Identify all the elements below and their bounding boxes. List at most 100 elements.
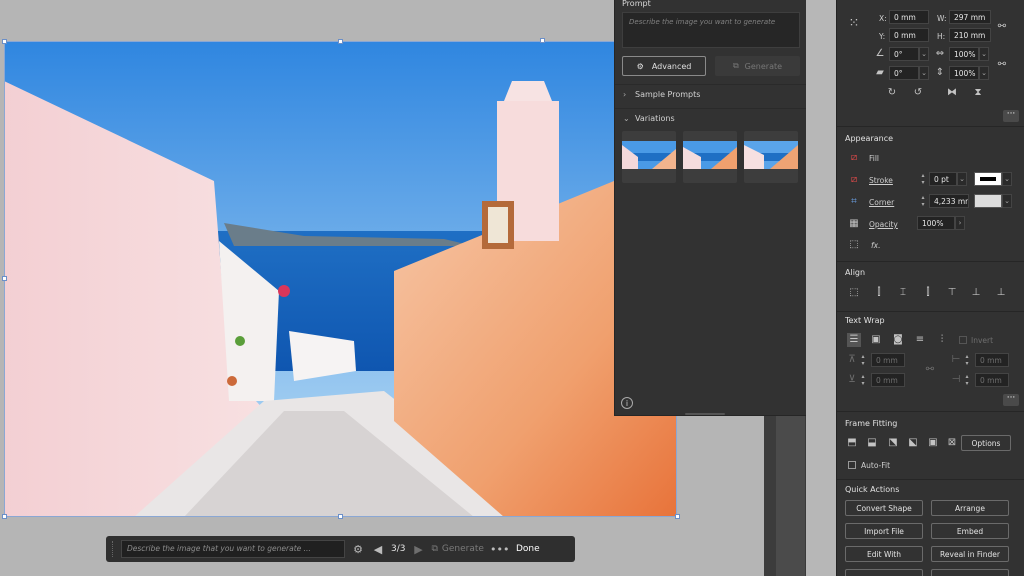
- shear-dropdown[interactable]: ⌄: [919, 66, 929, 80]
- transform-more-button[interactable]: ···: [1003, 110, 1019, 122]
- scale-x-field[interactable]: 100%: [949, 47, 979, 61]
- arrange-button[interactable]: Arrange: [931, 500, 1009, 516]
- effects-button[interactable]: fx.: [871, 241, 880, 250]
- advanced-button[interactable]: ⚙ Advanced: [622, 56, 706, 76]
- center-content-icon[interactable]: ▣: [926, 436, 940, 450]
- corner-icon[interactable]: ⌗: [847, 195, 861, 209]
- scale-y-field[interactable]: 100%: [949, 66, 979, 80]
- rotate-field[interactable]: 0°: [889, 47, 919, 61]
- content-aware-fit-icon[interactable]: ⊠: [945, 436, 959, 450]
- opacity-field[interactable]: 100%: [917, 216, 955, 230]
- reveal-in-finder-button[interactable]: Reveal in Finder: [931, 546, 1009, 562]
- resize-handle-bottom-left[interactable]: [2, 514, 7, 519]
- stroke-none-icon[interactable]: ⧄: [847, 173, 861, 187]
- top-offset-stepper[interactable]: ▴ ▾: [859, 353, 867, 367]
- offset-link-icon[interactable]: ⚯: [923, 363, 937, 377]
- drag-grip-icon[interactable]: [112, 541, 115, 557]
- sample-prompts-toggle[interactable]: › Sample Prompts: [615, 84, 806, 104]
- bottom-offset-stepper[interactable]: ▴ ▾: [859, 373, 867, 387]
- variations-toggle[interactable]: ⌄ Variations: [615, 108, 806, 128]
- flip-vertical-icon[interactable]: ⧗: [971, 86, 985, 100]
- left-offset-stepper[interactable]: ▴ ▾: [963, 353, 971, 367]
- align-center-icon[interactable]: ⌶: [896, 286, 910, 300]
- reference-point-icon[interactable]: ⁙: [847, 17, 861, 31]
- edit-with-button[interactable]: Edit With: [845, 546, 923, 562]
- shear-field[interactable]: 0°: [889, 66, 919, 80]
- right-offset-stepper[interactable]: ▴ ▾: [963, 373, 971, 387]
- convert-shape-button[interactable]: Convert Shape: [845, 500, 923, 516]
- resize-handle-top-left[interactable]: [2, 39, 7, 44]
- resize-handle-top-right[interactable]: [540, 38, 545, 43]
- placed-image[interactable]: [4, 41, 677, 517]
- stroke-stepper[interactable]: ▴ ▾: [919, 172, 927, 186]
- corner-stepper[interactable]: ▴ ▾: [919, 194, 927, 208]
- corner-radius-field[interactable]: 4,233 mr: [929, 194, 969, 208]
- quick-action-partial-button[interactable]: [845, 569, 923, 576]
- frame-fitting-options-button[interactable]: Options: [961, 435, 1011, 451]
- stroke-weight-field[interactable]: 0 pt: [929, 172, 957, 186]
- align-middle-icon[interactable]: ⊥: [969, 286, 983, 300]
- align-bottom-icon[interactable]: ⊥: [994, 286, 1008, 300]
- triangle-right-icon[interactable]: ▶: [411, 543, 425, 556]
- y-field[interactable]: 0 mm: [889, 28, 929, 42]
- right-offset-field[interactable]: 0 mm: [975, 373, 1009, 387]
- panel-resize-handle[interactable]: [685, 413, 725, 415]
- left-offset-field[interactable]: 0 mm: [975, 353, 1009, 367]
- import-file-button[interactable]: Import File: [845, 523, 923, 539]
- resize-handle-top[interactable]: [338, 39, 343, 44]
- variation-thumbnail[interactable]: [683, 131, 737, 183]
- w-field[interactable]: 297 mm: [949, 10, 991, 24]
- variation-thumbnail[interactable]: [622, 131, 676, 183]
- taskbar-generate-button[interactable]: ⧉ Generate: [431, 544, 483, 554]
- rotate-dropdown[interactable]: ⌄: [919, 47, 929, 61]
- no-wrap-icon[interactable]: ☰: [847, 333, 861, 347]
- link-icon[interactable]: ⚯: [995, 20, 1009, 34]
- invert-checkbox[interactable]: [959, 336, 967, 344]
- h-field[interactable]: 210 mm: [949, 28, 991, 42]
- ellipsis-icon[interactable]: •••: [490, 543, 509, 556]
- opacity-dropdown[interactable]: ›: [955, 216, 965, 230]
- jump-next-column-icon[interactable]: ⫶: [935, 333, 949, 347]
- text-wrap-more-button[interactable]: ···: [1003, 394, 1019, 406]
- rotate-cw-icon[interactable]: ↻: [885, 86, 899, 100]
- stroke-style-dropdown[interactable]: ⌄: [1002, 172, 1012, 186]
- info-icon[interactable]: i: [621, 397, 633, 409]
- gear-icon[interactable]: ⚙: [351, 543, 365, 556]
- stroke-weight-dropdown[interactable]: ⌄: [957, 172, 967, 186]
- triangle-left-icon[interactable]: ◀: [371, 543, 385, 556]
- corner-shape-dropdown[interactable]: ⌄: [1002, 194, 1012, 208]
- align-left-icon[interactable]: ⫿: [872, 286, 886, 300]
- top-offset-field[interactable]: 0 mm: [871, 353, 905, 367]
- resize-handle-bottom[interactable]: [338, 514, 343, 519]
- bottom-offset-field[interactable]: 0 mm: [871, 373, 905, 387]
- rotate-ccw-icon[interactable]: ↺: [911, 86, 925, 100]
- stroke-label[interactable]: Stroke: [869, 176, 893, 185]
- fit-content-to-frame-icon[interactable]: ⬕: [906, 436, 920, 450]
- opacity-label[interactable]: Opacity: [869, 220, 898, 229]
- x-field[interactable]: 0 mm: [889, 10, 929, 24]
- corner-shape-swatch[interactable]: [974, 194, 1002, 208]
- stroke-style-swatch[interactable]: [974, 172, 1002, 186]
- fill-none-icon[interactable]: ⧄: [847, 151, 861, 165]
- scale-y-dropdown[interactable]: ⌄: [979, 66, 989, 80]
- scale-x-dropdown[interactable]: ⌄: [979, 47, 989, 61]
- embed-button[interactable]: Embed: [931, 523, 1009, 539]
- fill-label[interactable]: Fill: [869, 154, 879, 163]
- quick-action-partial-button[interactable]: [931, 569, 1009, 576]
- auto-fit-checkbox[interactable]: [848, 461, 856, 469]
- align-top-icon[interactable]: ⊤: [945, 286, 959, 300]
- align-to-selection-icon[interactable]: ⬚: [847, 286, 861, 300]
- jump-object-icon[interactable]: ≡: [913, 333, 927, 347]
- corner-label[interactable]: Corner: [869, 198, 894, 207]
- wrap-object-shape-icon[interactable]: ◙: [891, 333, 905, 347]
- fit-frame-to-content-icon[interactable]: ⬔: [886, 436, 900, 450]
- flip-horizontal-icon[interactable]: ⧓: [945, 86, 959, 100]
- done-button[interactable]: Done: [516, 544, 540, 554]
- align-right-icon[interactable]: ⫿: [921, 286, 935, 300]
- prompt-textarea[interactable]: Describe the image you want to generate: [622, 12, 800, 48]
- taskbar-prompt-input[interactable]: Describe the image that you want to gene…: [121, 540, 345, 558]
- resize-handle-bottom-right[interactable]: [675, 514, 680, 519]
- frame-select-icon[interactable]: ⬚: [847, 238, 861, 252]
- variation-thumbnail[interactable]: [744, 131, 798, 183]
- generate-button[interactable]: ⧉ Generate: [715, 56, 800, 76]
